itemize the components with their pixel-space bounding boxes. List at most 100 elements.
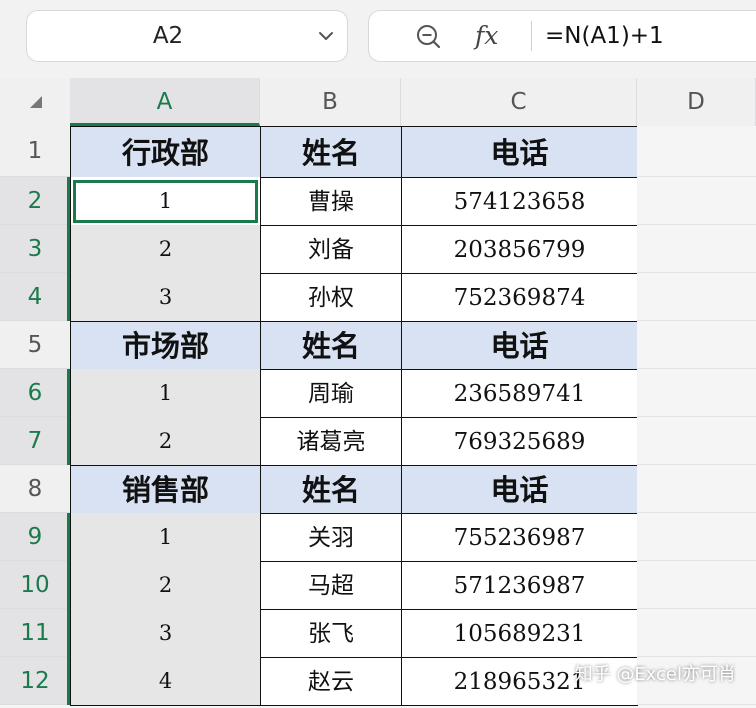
row-header-6[interactable]: 6	[0, 369, 70, 417]
cell-value: 752369874	[453, 285, 586, 311]
cell-b7[interactable]: 诸葛亮	[260, 417, 402, 466]
cell-a12[interactable]: 4	[70, 657, 261, 706]
cell-a7[interactable]: 2	[70, 417, 261, 466]
cell-b6[interactable]: 周瑜	[260, 369, 402, 418]
row-header-4[interactable]: 4	[0, 273, 70, 321]
cell-value: 周瑜	[308, 381, 354, 407]
cell-a9[interactable]: 1	[70, 513, 261, 562]
cell-a6[interactable]: 1	[70, 369, 261, 418]
row-header-7[interactable]: 7	[0, 417, 70, 465]
cell-value: 1	[158, 189, 173, 213]
formula-separator	[531, 21, 532, 51]
cell-b5[interactable]: 姓名	[260, 321, 402, 370]
column-header-b[interactable]: B	[260, 78, 401, 126]
cell-value: 销售部	[121, 473, 209, 507]
cell-value: 1	[158, 381, 173, 405]
cell-a2[interactable]: 1	[70, 177, 261, 226]
cell-c9[interactable]: 755236987	[401, 513, 638, 562]
chevron-down-icon[interactable]	[317, 27, 335, 45]
cell-value: 769325689	[453, 429, 586, 455]
row-header-11[interactable]: 11	[0, 609, 70, 657]
cell-a5[interactable]: 市场部	[70, 321, 261, 370]
cell-a11[interactable]: 3	[70, 609, 261, 658]
row-header-2[interactable]: 2	[0, 177, 70, 225]
formula-bar: fx =N(A1)+1	[368, 10, 756, 62]
row-header-12[interactable]: 12	[0, 657, 70, 705]
cell-d11[interactable]	[637, 609, 756, 657]
cell-c1[interactable]: 电话	[401, 126, 638, 178]
cell-value: 姓名	[301, 136, 360, 170]
cell-c5[interactable]: 电话	[401, 321, 638, 370]
row-header-1[interactable]: 1	[0, 126, 70, 177]
cell-a3[interactable]: 2	[70, 225, 261, 274]
cell-value: 诸葛亮	[296, 429, 366, 455]
cell-c11[interactable]: 105689231	[401, 609, 638, 658]
cell-b12[interactable]: 赵云	[260, 657, 402, 706]
cell-a8[interactable]: 销售部	[70, 465, 261, 514]
cell-d3[interactable]	[637, 225, 756, 273]
cell-value: 张飞	[308, 621, 354, 647]
cell-value: 关羽	[308, 525, 354, 551]
zoom-out-icon[interactable]	[415, 23, 441, 49]
cell-value: 203856799	[453, 237, 586, 263]
row-header-9[interactable]: 9	[0, 513, 70, 561]
cell-b11[interactable]: 张飞	[260, 609, 402, 658]
cell-value: 市场部	[121, 329, 209, 363]
cell-value: 105689231	[453, 621, 586, 647]
formula-input[interactable]: =N(A1)+1	[545, 11, 664, 61]
cell-b4[interactable]: 孙权	[260, 273, 402, 322]
cell-b10[interactable]: 马超	[260, 561, 402, 610]
cell-c6[interactable]: 236589741	[401, 369, 638, 418]
cell-value: 电话	[490, 473, 549, 507]
cell-c10[interactable]: 571236987	[401, 561, 638, 610]
cell-a4[interactable]: 3	[70, 273, 261, 322]
cell-d4[interactable]	[637, 273, 756, 321]
toolbar: A2 fx =N(A1)+1	[0, 0, 756, 78]
cell-value: 姓名	[301, 329, 360, 363]
column-header-c[interactable]: C	[401, 78, 637, 126]
cell-d8[interactable]	[637, 465, 756, 513]
row-header-3[interactable]: 3	[0, 225, 70, 273]
cell-b9[interactable]: 关羽	[260, 513, 402, 562]
cell-value: 755236987	[453, 525, 586, 551]
cell-value: 电话	[490, 329, 549, 363]
cell-b2[interactable]: 曹操	[260, 177, 402, 226]
cell-c2[interactable]: 574123658	[401, 177, 638, 226]
cell-d10[interactable]	[637, 561, 756, 609]
cell-c8[interactable]: 电话	[401, 465, 638, 514]
column-header-a[interactable]: A	[70, 78, 260, 126]
cell-b3[interactable]: 刘备	[260, 225, 402, 274]
cell-d1[interactable]	[637, 126, 756, 177]
fx-icon[interactable]: fx	[475, 17, 498, 55]
row-header-5[interactable]: 5	[0, 321, 70, 369]
cell-value: 孙权	[308, 285, 354, 311]
cell-value: 赵云	[308, 669, 354, 695]
name-box-value[interactable]: A2	[27, 11, 309, 61]
cell-c3[interactable]: 203856799	[401, 225, 638, 274]
cell-b1[interactable]: 姓名	[260, 126, 402, 178]
column-header-d[interactable]: D	[637, 78, 756, 126]
cell-d9[interactable]	[637, 513, 756, 561]
cell-d2[interactable]	[637, 177, 756, 225]
cell-value: 2	[158, 237, 173, 261]
cell-value: 姓名	[301, 473, 360, 507]
cell-value: 218965321	[453, 669, 586, 695]
row-header-8[interactable]: 8	[0, 465, 70, 513]
name-box[interactable]: A2	[26, 10, 348, 62]
cell-value: 574123658	[453, 189, 586, 215]
cell-a1[interactable]: 行政部	[70, 126, 261, 178]
select-all-triangle-icon	[30, 96, 42, 108]
cell-b8[interactable]: 姓名	[260, 465, 402, 514]
cell-c4[interactable]: 752369874	[401, 273, 638, 322]
cell-c7[interactable]: 769325689	[401, 417, 638, 466]
cell-d7[interactable]	[637, 417, 756, 465]
cell-value: 电话	[490, 136, 549, 170]
cell-value: 571236987	[453, 573, 586, 599]
cell-d5[interactable]	[637, 321, 756, 369]
row-header-10[interactable]: 10	[0, 561, 70, 609]
cell-a10[interactable]: 2	[70, 561, 261, 610]
cell-value: 236589741	[453, 381, 586, 407]
cell-d6[interactable]	[637, 369, 756, 417]
watermark: 知乎 @Excel亦可肖	[574, 664, 736, 685]
cell-value: 4	[158, 669, 173, 693]
